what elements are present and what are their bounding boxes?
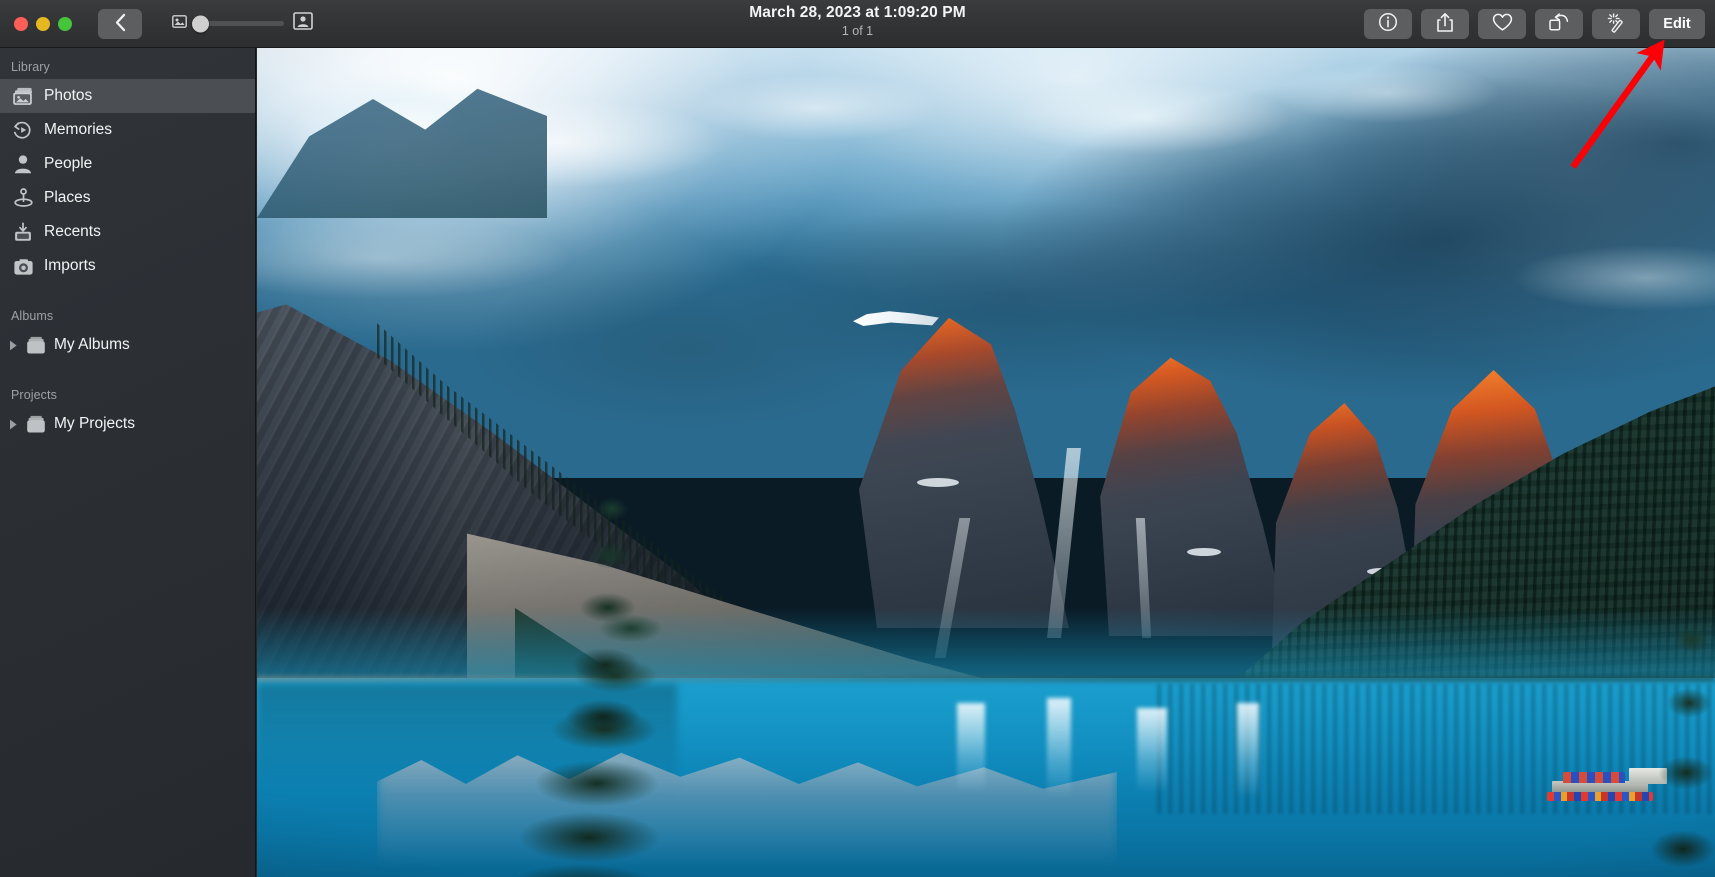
peak-reflection-streak [957, 703, 985, 793]
favorite-button[interactable] [1478, 8, 1526, 39]
sidebar-header-projects: Projects [11, 388, 57, 402]
small-thumbnail-icon [172, 14, 187, 33]
magic-wand-icon [1605, 12, 1627, 36]
sidebar-item-label: Memories [44, 121, 113, 139]
sidebar-header-albums: Albums [11, 309, 54, 323]
sidebar-item-my-albums[interactable]: My Albums [0, 328, 255, 362]
dock-canopy [1563, 772, 1625, 783]
canoe-row [1547, 792, 1653, 801]
info-icon [1378, 12, 1398, 35]
sidebar-item-label: Recents [44, 223, 101, 241]
share-icon [1436, 12, 1454, 36]
maximize-button[interactable] [58, 16, 72, 31]
sidebar-item-places[interactable]: Places [0, 181, 255, 215]
sidebar-item-label: People [44, 155, 93, 173]
sidebar: Library Photos Memories People Places Re… [0, 48, 256, 877]
peak-reflection-streak [1237, 703, 1259, 798]
imports-icon [12, 255, 34, 277]
sidebar-item-photos[interactable]: Photos [0, 79, 255, 113]
sidebar-item-my-projects[interactable]: My Projects [0, 407, 255, 441]
sidebar-item-label: Places [44, 189, 91, 207]
zoom-slider-knob[interactable] [192, 15, 209, 32]
minimize-button[interactable] [36, 16, 50, 31]
rotate-icon [1548, 12, 1570, 35]
snow-patch [1187, 548, 1221, 556]
places-icon [12, 187, 34, 209]
sidebar-item-label: My Albums [54, 336, 130, 354]
window-controls [14, 16, 72, 31]
large-thumbnail-icon [293, 12, 313, 35]
album-icon [25, 413, 47, 435]
shoreline [257, 676, 1715, 682]
share-button[interactable] [1421, 8, 1469, 39]
chevron-left-icon [114, 13, 127, 35]
right-foreground-trees [1647, 608, 1715, 877]
auto-enhance-button[interactable] [1592, 8, 1640, 39]
recents-icon [12, 221, 34, 243]
snow-patch [917, 478, 959, 487]
toolbar: March 28, 2023 at 1:09:20 PM 1 of 1 Edit [0, 0, 1715, 48]
sidebar-item-memories[interactable]: Memories [0, 113, 255, 147]
sidebar-item-label: Photos [44, 87, 93, 105]
thumbnail-zoom-slider[interactable] [172, 12, 313, 35]
sidebar-item-recents[interactable]: Recents [0, 215, 255, 249]
peak-reflection-streak [1047, 698, 1071, 798]
rotate-button[interactable] [1535, 8, 1583, 39]
photos-window: March 28, 2023 at 1:09:20 PM 1 of 1 Edit… [0, 0, 1715, 877]
chevron-right-icon[interactable] [7, 419, 20, 430]
sidebar-item-imports[interactable]: Imports [0, 249, 255, 283]
heart-icon [1492, 13, 1513, 35]
people-icon [12, 153, 34, 175]
foreground-conifer-small [557, 488, 667, 748]
zoom-slider-track[interactable] [192, 15, 284, 32]
sidebar-item-label: My Projects [54, 415, 135, 433]
photos-icon [12, 85, 34, 107]
sidebar-item-label: Imports [44, 257, 96, 275]
memories-icon [12, 119, 34, 141]
photo-viewer[interactable] [257, 48, 1715, 877]
sidebar-item-people[interactable]: People [0, 147, 255, 181]
toolbar-actions: Edit [1364, 8, 1705, 39]
info-button[interactable] [1364, 8, 1412, 39]
peak-reflection-streak [1137, 708, 1167, 793]
chevron-right-icon[interactable] [7, 340, 20, 351]
close-button[interactable] [14, 16, 28, 31]
back-button[interactable] [98, 8, 142, 39]
edit-button[interactable]: Edit [1649, 8, 1705, 39]
sidebar-header-library: Library [11, 60, 50, 74]
album-icon [25, 334, 47, 356]
